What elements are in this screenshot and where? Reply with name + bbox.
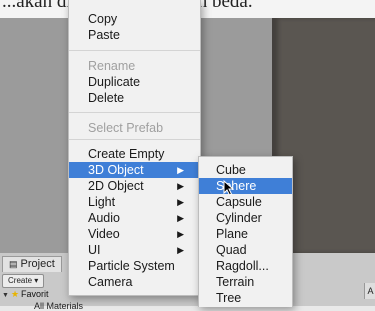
menu-separator xyxy=(69,139,200,140)
menu-item-video[interactable]: Video ▶ xyxy=(69,226,200,242)
all-materials-item[interactable]: All Materials xyxy=(34,301,83,311)
side-panel-label: A xyxy=(364,283,375,299)
menu-separator xyxy=(69,50,200,51)
menu-item-delete[interactable]: Delete xyxy=(69,90,200,106)
submenu-item-label: Quad xyxy=(216,243,247,257)
project-tab[interactable]: ▤ Project xyxy=(2,256,62,272)
menu-item-label: Duplicate xyxy=(88,75,141,89)
submenu-item-sphere[interactable]: Sphere xyxy=(199,178,292,194)
menu-item-2d-object[interactable]: 2D Object ▶ xyxy=(69,178,200,194)
submenu-item-capsule[interactable]: Capsule xyxy=(199,194,292,210)
menu-item-label: 3D Object xyxy=(88,163,144,177)
submenu-item-tree[interactable]: Tree xyxy=(199,290,292,306)
project-tab-icon: ▤ xyxy=(9,259,18,269)
create-button[interactable]: Create ▾ xyxy=(2,274,45,288)
submenu-item-cube[interactable]: Cube xyxy=(199,162,292,178)
favorites-item[interactable]: ▼ ★ Favorit xyxy=(2,289,49,300)
submenu-item-label: Terrain xyxy=(216,275,255,289)
menu-item-label: Select Prefab xyxy=(88,121,164,135)
menu-item-label: Audio xyxy=(88,211,120,225)
menu-item-rename: Rename xyxy=(69,58,200,74)
menu-item-label: Camera xyxy=(88,275,133,289)
menu-item-label: Video xyxy=(88,227,120,241)
submenu-item-label: Tree xyxy=(216,291,242,305)
menu-item-audio[interactable]: Audio ▶ xyxy=(69,210,200,226)
chevron-right-icon: ▶ xyxy=(177,229,184,239)
menu-separator xyxy=(69,112,200,113)
menu-item-camera[interactable]: Camera xyxy=(69,274,200,290)
menu-item-label: 2D Object xyxy=(88,179,144,193)
expand-arrow-icon[interactable]: ▼ xyxy=(2,292,9,299)
submenu-item-label: Cylinder xyxy=(216,211,262,225)
menu-item-label: Light xyxy=(88,195,116,209)
menu-item-particle-system[interactable]: Particle System xyxy=(69,258,200,274)
menu-item-duplicate[interactable]: Duplicate xyxy=(69,74,200,90)
context-menu: Copy Paste Rename Duplicate Delete Selec… xyxy=(68,0,201,296)
submenu-item-label: Capsule xyxy=(216,195,262,209)
chevron-right-icon: ▶ xyxy=(177,181,184,191)
submenu-item-label: Ragdoll... xyxy=(216,259,269,273)
submenu-item-cylinder[interactable]: Cylinder xyxy=(199,210,292,226)
menu-item-copy[interactable]: Copy xyxy=(69,11,200,27)
chevron-right-icon: ▶ xyxy=(177,213,184,223)
menu-item-label: Copy xyxy=(88,12,118,26)
submenu-item-terrain[interactable]: Terrain xyxy=(199,274,292,290)
submenu-item-quad[interactable]: Quad xyxy=(199,242,292,258)
menu-item-label: Particle System xyxy=(88,259,175,273)
menu-item-3d-object[interactable]: 3D Object ▶ xyxy=(69,162,200,178)
chevron-right-icon: ▶ xyxy=(177,165,184,175)
submenu-item-label: Plane xyxy=(216,227,248,241)
menu-item-label: Delete xyxy=(88,91,125,105)
menu-item-label: Paste xyxy=(88,28,120,42)
favorites-label: Favorit xyxy=(21,289,49,299)
submenu-item-label: Cube xyxy=(216,163,246,177)
submenu-item-plane[interactable]: Plane xyxy=(199,226,292,242)
chevron-right-icon: ▶ xyxy=(177,197,184,207)
menu-item-light[interactable]: Light ▶ xyxy=(69,194,200,210)
menu-item-select-prefab: Select Prefab xyxy=(69,120,200,136)
menu-item-ui[interactable]: UI ▶ xyxy=(69,242,200,258)
menu-item-label: Rename xyxy=(88,59,136,73)
menu-item-label: Create Empty xyxy=(88,147,165,161)
mouse-pointer-icon xyxy=(223,180,235,196)
submenu-3d-object: Cube Sphere Capsule Cylinder Plane Quad … xyxy=(198,156,293,307)
menu-item-label: UI xyxy=(88,243,101,257)
submenu-item-ragdoll[interactable]: Ragdoll... xyxy=(199,258,292,274)
menu-item-paste[interactable]: Paste xyxy=(69,27,200,43)
menu-item-create-empty[interactable]: Create Empty xyxy=(69,146,200,162)
chevron-right-icon: ▶ xyxy=(177,245,184,255)
project-tab-label: Project xyxy=(20,258,55,270)
star-icon: ★ xyxy=(10,289,20,299)
